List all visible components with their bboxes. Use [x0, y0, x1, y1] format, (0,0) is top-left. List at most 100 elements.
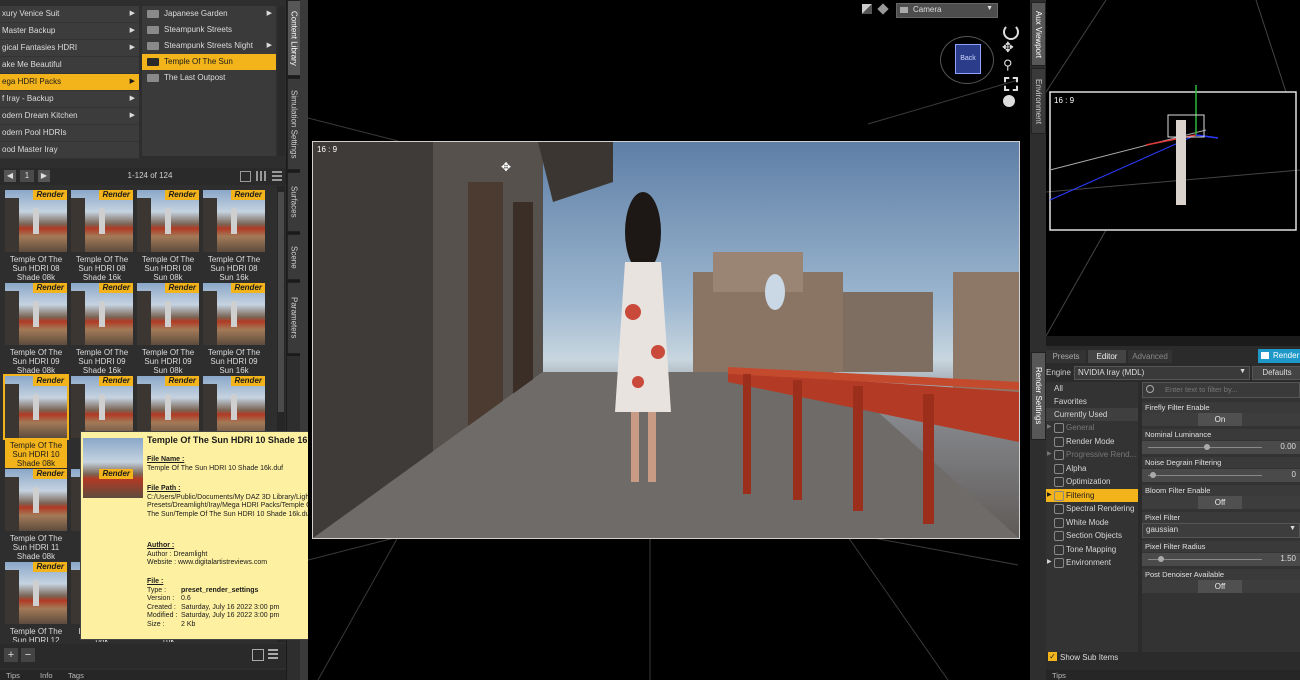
next-page-button[interactable]: ▶ — [38, 170, 50, 182]
tab-parameters[interactable]: Parameters — [287, 282, 301, 354]
page-number[interactable]: 1 — [20, 170, 34, 182]
category-currently-used[interactable]: Currently Used — [1046, 408, 1138, 421]
render-group-item[interactable]: Spectral Rendering — [1046, 502, 1138, 516]
view-cube[interactable]: Back — [940, 36, 994, 84]
category-item[interactable]: ood Master Iray — [0, 142, 139, 159]
render-button[interactable]: Render — [1258, 349, 1300, 363]
list-scrollbar[interactable] — [278, 6, 285, 156]
render-group-item[interactable]: ▶ General — [1046, 421, 1138, 435]
subcategory-item[interactable]: Steampunk Streets Night ▶ — [142, 38, 276, 54]
cube-shading-icon[interactable] — [877, 3, 889, 15]
tab-advanced[interactable]: Advanced — [1128, 350, 1172, 363]
category-item[interactable]: ega HDRI Packs ▶ — [0, 74, 139, 91]
tab-tags[interactable]: Tags — [68, 671, 84, 680]
category-favorites[interactable]: Favorites — [1046, 395, 1138, 408]
menu-icon[interactable] — [268, 649, 278, 659]
render-group-item[interactable]: Optimization — [1046, 475, 1138, 489]
render-group-item[interactable]: ▶ Environment — [1046, 556, 1138, 570]
tab-render-settings[interactable]: Render Settings — [1031, 352, 1046, 440]
list-view-icon[interactable] — [272, 171, 282, 181]
render-group-item[interactable]: Render Mode — [1046, 435, 1138, 449]
filter-input[interactable]: Enter text to filter by... — [1142, 382, 1300, 398]
category-item[interactable]: gical Fantasies HDRI ▶ — [0, 40, 139, 57]
category-item[interactable]: xury Venice Suit ▶ — [0, 6, 139, 23]
tooltip-file-name-header: File Name : — [147, 456, 185, 463]
category-item[interactable]: f Iray - Backup ▶ — [0, 91, 139, 108]
thumbnail-item[interactable]: Render Temple Of The Sun HDRI 10 Shade 08… — [3, 374, 69, 468]
chevron-down-icon: ▼ — [1239, 368, 1246, 375]
view-options-icon[interactable] — [240, 171, 251, 182]
category-all[interactable]: All — [1046, 382, 1138, 395]
subcategory-item[interactable]: Japanese Garden ▶ — [142, 6, 276, 22]
tooltip-file-key: Type : — [147, 586, 167, 594]
render-group-item[interactable]: ▶ Filtering — [1046, 488, 1138, 502]
reset-view-icon[interactable] — [1003, 95, 1015, 107]
thumbnail-item[interactable]: Render Temple Of The Sun HDRI 08 Shade 16… — [71, 190, 133, 282]
thumbnail-item[interactable]: Render Temple Of The Sun HDRI 08 Sun 08k — [137, 190, 199, 282]
thumbnail-item[interactable]: Render Temple Of The Sun HDRI 09 Shade 16… — [71, 283, 133, 375]
view-cube-face[interactable]: Back — [955, 44, 981, 74]
render-group-item[interactable]: ▶ Progressive Rend... — [1046, 448, 1138, 462]
tab-content-library[interactable]: Content Library — [287, 0, 301, 76]
thumbnail-item[interactable]: Render Temple Of The Sun HDRI 09 Shade 08… — [5, 283, 67, 375]
thumbnail-item[interactable]: Render Temple Of The Sun HDRI 08 Shade 08… — [5, 190, 67, 282]
subcategory-item[interactable]: The Last Outpost — [142, 70, 276, 86]
group-icon — [1054, 504, 1064, 514]
copy-icon[interactable] — [252, 649, 264, 661]
tab-tips-right[interactable]: Tips — [1052, 671, 1066, 680]
pixel-filter-select[interactable]: gaussian ▼ — [1142, 523, 1300, 538]
tooltip-file-key: Modified : — [147, 612, 178, 619]
remove-button[interactable]: − — [21, 648, 35, 662]
category-item[interactable]: odern Pool HDRIs — [0, 125, 139, 142]
pan-icon[interactable]: ✥ — [1002, 40, 1018, 54]
engine-select[interactable]: NVIDIA Iray (MDL) ▼ — [1074, 366, 1250, 380]
chevron-right-icon: ▶ — [266, 42, 272, 49]
tab-info[interactable]: Info — [40, 671, 53, 680]
render-group-item[interactable]: Alpha — [1046, 462, 1138, 476]
subcategory-item[interactable]: Steampunk Streets — [142, 22, 276, 38]
category-item[interactable]: odern Dream Kitchen ▶ — [0, 108, 139, 125]
render-group-item[interactable]: Section Objects — [1046, 529, 1138, 543]
firefly-filter-toggle[interactable]: On — [1142, 413, 1300, 426]
render-group-item[interactable]: Tone Mapping — [1046, 543, 1138, 557]
category-item[interactable]: ake Me Beautiful — [0, 57, 139, 74]
pixel-filter-radius-slider[interactable]: 1.50 — [1142, 552, 1300, 566]
grid-view-icon[interactable] — [256, 171, 266, 181]
thumbnail-item[interactable]: Render Temple Of The Sun HDRI 09 Sun 08k — [137, 283, 199, 375]
aux-viewport-grid — [1046, 0, 1300, 336]
tab-tips[interactable]: Tips — [6, 671, 20, 680]
defaults-button[interactable]: Defaults — [1252, 366, 1300, 380]
thumbnail-item[interactable]: Render Temple Of The Sun HDRI 12 Shade — [5, 562, 67, 642]
group-icon — [1054, 450, 1064, 460]
tooltip-file-name: Temple Of The Sun HDRI 10 Shade 16k.duf — [147, 464, 284, 472]
tab-aux-viewport[interactable]: Aux Viewport — [1031, 2, 1046, 66]
bloom-filter-toggle[interactable]: Off — [1142, 496, 1300, 509]
thumbnail-item[interactable]: Render Temple Of The Sun HDRI 11 Shade 08… — [5, 469, 67, 561]
nominal-luminance-slider[interactable]: 0.00 — [1142, 440, 1300, 454]
render-group-item[interactable]: White Mode — [1046, 516, 1138, 530]
shading-icon[interactable] — [862, 4, 872, 14]
prev-page-button[interactable]: ◀ — [4, 170, 16, 182]
subcategory-item[interactable]: Temple Of The Sun — [142, 54, 276, 70]
aux-viewport[interactable]: 16 : 9 — [1046, 0, 1300, 336]
tab-environment[interactable]: Environment — [1031, 68, 1046, 134]
tab-scene[interactable]: Scene — [287, 234, 301, 280]
thumbnail-caption: Temple Of The Sun HDRI 12 Shade — [9, 627, 63, 642]
category-item[interactable]: Master Backup ▶ — [0, 23, 139, 40]
thumbnail-item[interactable]: Render Temple Of The Sun HDRI 08 Sun 16k — [203, 190, 265, 282]
post-denoiser-toggle[interactable]: Off — [1142, 580, 1300, 593]
frame-icon[interactable] — [1004, 77, 1018, 91]
tab-surfaces[interactable]: Surfaces — [287, 172, 301, 232]
zoom-icon[interactable]: ⚲ — [1003, 58, 1019, 72]
tab-simulation-settings[interactable]: Simulation Settings — [287, 78, 301, 170]
thumbnail-item[interactable]: Render Temple Of The Sun HDRI 09 Sun 16k — [203, 283, 265, 375]
noise-degrain-slider[interactable]: 0 — [1142, 468, 1300, 482]
tab-presets[interactable]: Presets — [1046, 350, 1086, 363]
orbit-icon[interactable] — [1003, 24, 1019, 40]
add-button[interactable]: + — [4, 648, 18, 662]
camera-select[interactable]: Camera ▼ — [896, 3, 998, 18]
tab-editor[interactable]: Editor — [1088, 350, 1126, 363]
render-badge: Render — [99, 283, 133, 293]
render-viewport[interactable]: 16 : 9 ✥ — [312, 141, 1020, 539]
show-sub-items-checkbox[interactable]: ✓ — [1048, 652, 1057, 661]
